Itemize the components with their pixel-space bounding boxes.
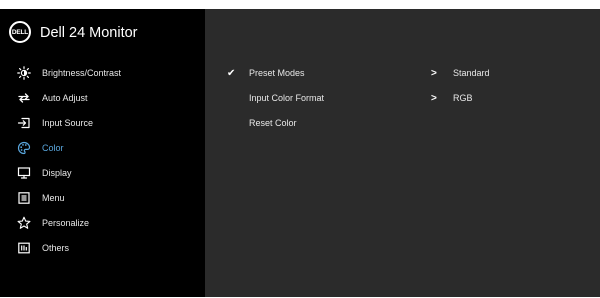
menu-item-label: Color — [42, 142, 64, 153]
submenu-row-label: Preset Modes — [249, 68, 305, 78]
auto-adjust-icon — [17, 91, 31, 105]
menu-item-label: Auto Adjust — [42, 92, 88, 103]
menu-item-label: Personalize — [42, 217, 90, 228]
check-icon: ✔ — [227, 67, 236, 79]
chevron-right-icon: > — [431, 92, 437, 104]
dell-logo: DELL — [9, 21, 31, 43]
menu-item-label: Others — [42, 242, 70, 253]
menu-item-label: Input Source — [42, 117, 94, 128]
menu-icon — [17, 191, 31, 205]
monitor-title: Dell 24 Monitor — [40, 25, 138, 41]
submenu-panel — [205, 9, 600, 297]
submenu-row-label: Reset Color — [249, 118, 297, 128]
menu-item-label: Brightness/Contrast — [42, 67, 122, 78]
menu-item-display[interactable]: Display — [0, 160, 205, 185]
chevron-right-icon: > — [431, 67, 437, 79]
submenu-row-value: RGB — [453, 93, 473, 103]
menu-item-input-source[interactable]: Input Source — [0, 110, 205, 135]
menu-item-personalize[interactable]: Personalize — [0, 210, 205, 235]
menu-item-others[interactable]: Others — [0, 235, 205, 260]
submenu-row-label: Input Color Format — [249, 93, 325, 103]
brightness-icon — [17, 65, 31, 80]
menu-item-auto-adjust[interactable]: Auto Adjust — [0, 85, 205, 110]
submenu-row-input-color-format[interactable]: Input Color Format > RGB — [205, 87, 600, 109]
star-icon — [17, 216, 31, 230]
display-icon — [17, 166, 31, 180]
color-palette-icon — [17, 141, 31, 155]
submenu-row-value: Standard — [453, 68, 490, 78]
menu-item-menu[interactable]: Menu — [0, 185, 205, 210]
menu-item-label: Display — [42, 167, 72, 178]
submenu-row-preset-modes[interactable]: ✔ Preset Modes > Standard — [205, 62, 600, 84]
osd-header: DELL Dell 24 Monitor — [0, 9, 600, 52]
input-source-icon — [17, 116, 31, 130]
submenu-row-reset-color[interactable]: Reset Color — [205, 112, 600, 134]
menu-item-label: Menu — [42, 192, 65, 203]
menu-item-brightness-contrast[interactable]: Brightness/Contrast — [0, 60, 205, 85]
menu-item-color[interactable]: Color — [0, 135, 205, 160]
others-icon — [17, 241, 31, 255]
monitor-osd: DELL Dell 24 Monitor Brightness/Contrast — [0, 9, 600, 297]
